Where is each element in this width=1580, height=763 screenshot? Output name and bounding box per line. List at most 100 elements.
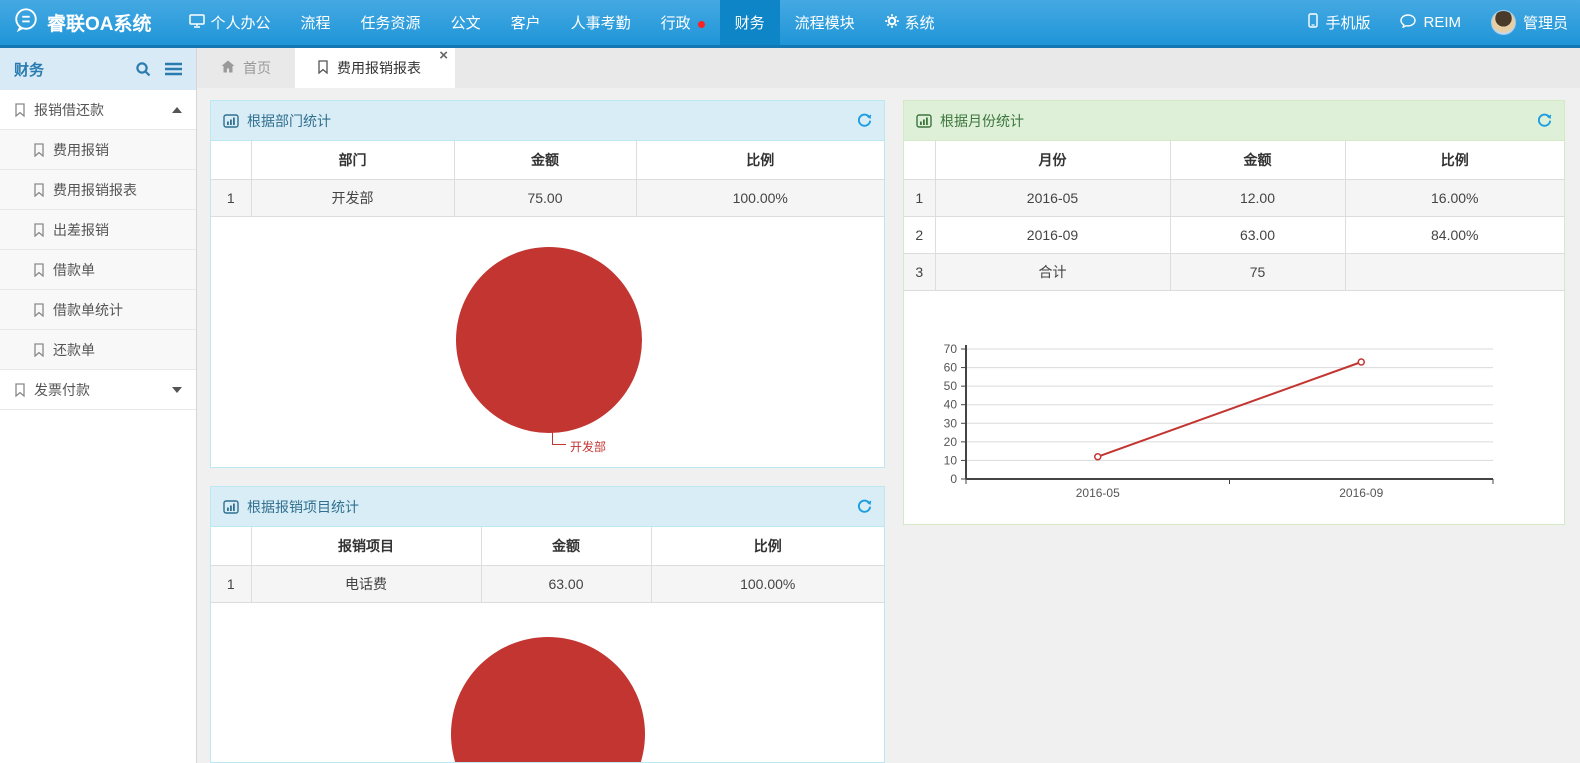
nav-item-task-resource[interactable]: 任务资源 [346, 0, 436, 45]
sidebar-item-repayment-form[interactable]: 还款单 [0, 330, 196, 370]
cell-amount: 63.00 [481, 565, 651, 602]
sidebar-title: 财务 [14, 59, 121, 80]
tab-expense-report[interactable]: 费用报销报表 × [295, 48, 455, 88]
sidebar-item-loan-stats[interactable]: 借款单统计 [0, 290, 196, 330]
sidebar-item-loan-form[interactable]: 借款单 [0, 250, 196, 290]
sidebar-header: 财务 [0, 48, 196, 90]
column-header-index [211, 527, 251, 565]
bookmark-icon [33, 343, 45, 357]
tab-home[interactable]: 首页 [197, 48, 295, 88]
nav-item-document[interactable]: 公文 [436, 0, 496, 45]
nav-item-personal-office[interactable]: 个人办公 [174, 0, 286, 45]
bookmark-icon [33, 143, 45, 157]
cell-dept: 开发部 [251, 179, 454, 216]
column-header: 月份 [935, 141, 1170, 179]
panel-item-stats: 根据报销项目统计 报销项目 金额 比例 1 电话费 63.00 100.00% [210, 486, 885, 763]
bar-chart-icon [916, 114, 932, 128]
bookmark-icon [33, 303, 45, 317]
bookmark-icon [14, 383, 26, 397]
cell-index: 2 [904, 216, 935, 253]
column-header: 金额 [454, 141, 636, 179]
cell-ratio: 100.00% [651, 565, 884, 602]
cell-index: 1 [211, 565, 251, 602]
svg-text:10: 10 [944, 453, 958, 467]
cell-ratio: 84.00% [1345, 216, 1564, 253]
menu-toggle-icon[interactable] [165, 62, 182, 76]
svg-text:60: 60 [944, 361, 958, 375]
logo-icon [13, 7, 39, 39]
table-row: 1 2016-05 12.00 16.00% [904, 179, 1564, 216]
nav-item-finance[interactable]: 财务 [720, 0, 780, 45]
bookmark-icon [33, 223, 45, 237]
column-header: 比例 [1345, 141, 1564, 179]
nav-item-workflow[interactable]: 流程 [286, 0, 346, 45]
item-table: 报销项目 金额 比例 1 电话费 63.00 100.00% [211, 527, 884, 603]
bookmark-icon [317, 60, 329, 77]
panel-month-header: 根据月份统计 [904, 101, 1564, 141]
search-icon[interactable] [135, 61, 151, 77]
caret-down-icon [172, 387, 182, 393]
app-logo[interactable]: 睿联OA系统 [0, 0, 174, 45]
avatar [1491, 10, 1516, 35]
cell-amount: 75.00 [454, 179, 636, 216]
column-header: 比例 [636, 141, 884, 179]
panel-title: 根据部门统计 [247, 111, 331, 131]
cell-amount: 63.00 [1170, 216, 1345, 253]
cell-ratio: 100.00% [636, 179, 884, 216]
table-row: 1 开发部 75.00 100.00% [211, 179, 884, 216]
cell-ratio [1345, 253, 1564, 290]
nav-item-hr-attendance[interactable]: 人事考勤 [556, 0, 646, 45]
reim-link[interactable]: REIM [1400, 14, 1461, 32]
refresh-icon[interactable] [857, 499, 872, 514]
sidebar-item-expense-reimburse[interactable]: 费用报销 [0, 130, 196, 170]
nav-item-workflow-module[interactable]: 流程模块 [780, 0, 870, 45]
navbar-right: 手机版 REIM 管理员 [1308, 0, 1580, 45]
svg-text:2016-09: 2016-09 [1339, 486, 1383, 500]
panel-dept-stats: 根据部门统计 部门 金额 比例 1 开发部 75.00 100.00% 开发部 [210, 100, 885, 468]
sidebar-item-expense-report[interactable]: 费用报销报表 [0, 170, 196, 210]
table-row: 2 2016-09 63.00 84.00% [904, 216, 1564, 253]
home-icon [221, 60, 235, 76]
svg-text:0: 0 [950, 472, 957, 486]
sidebar: 财务 报销借还款 费用报销 费用报销报表 出差报销 借款单 借款单统计 还款单 … [0, 48, 197, 763]
bar-chart-icon [223, 114, 239, 128]
column-header-index [904, 141, 935, 179]
user-menu[interactable]: 管理员 [1491, 10, 1568, 35]
main-menu: 个人办公 流程 任务资源 公文 客户 人事考勤 行政 财务 流程模块 系统 [174, 0, 950, 45]
svg-text:50: 50 [944, 379, 958, 393]
cell-amount: 75 [1170, 253, 1345, 290]
pie-label-line [552, 432, 566, 445]
pie-chart-dept [456, 247, 642, 433]
sidebar-item-travel-reimburse[interactable]: 出差报销 [0, 210, 196, 250]
monitor-icon [189, 14, 205, 32]
nav-item-admin[interactable]: 行政 [646, 0, 720, 45]
svg-text:70: 70 [944, 342, 958, 356]
nav-item-customer[interactable]: 客户 [496, 0, 556, 45]
panel-dept-header: 根据部门统计 [211, 101, 884, 141]
sidebar-item-invoice-payment-group[interactable]: 发票付款 [0, 370, 196, 410]
notification-dot [698, 21, 705, 28]
panel-title: 根据月份统计 [940, 111, 1024, 131]
column-header: 金额 [481, 527, 651, 565]
refresh-icon[interactable] [1537, 113, 1552, 128]
line-chart-month: 0102030405060702016-052016-09 [924, 331, 1546, 516]
caret-up-icon [172, 107, 182, 113]
refresh-icon[interactable] [857, 113, 872, 128]
svg-text:2016-05: 2016-05 [1076, 486, 1120, 500]
chat-icon [1400, 14, 1416, 32]
cell-item: 电话费 [251, 565, 481, 602]
pie-chart-item [451, 637, 645, 763]
pie-label: 开发部 [570, 438, 606, 455]
bookmark-icon [14, 103, 26, 117]
cell-ratio: 16.00% [1345, 179, 1564, 216]
mobile-version-link[interactable]: 手机版 [1308, 12, 1370, 33]
sidebar-item-reimburse-loan-group[interactable]: 报销借还款 [0, 90, 196, 130]
svg-text:40: 40 [944, 398, 958, 412]
close-icon[interactable]: × [439, 49, 448, 63]
column-header: 金额 [1170, 141, 1345, 179]
nav-item-system[interactable]: 系统 [870, 0, 950, 45]
table-row: 1 电话费 63.00 100.00% [211, 565, 884, 602]
top-navbar: 睿联OA系统 个人办公 流程 任务资源 公文 客户 人事考勤 行政 财务 流程模… [0, 0, 1580, 48]
table-header-row: 月份 金额 比例 [904, 141, 1564, 179]
cell-month: 2016-09 [935, 216, 1170, 253]
